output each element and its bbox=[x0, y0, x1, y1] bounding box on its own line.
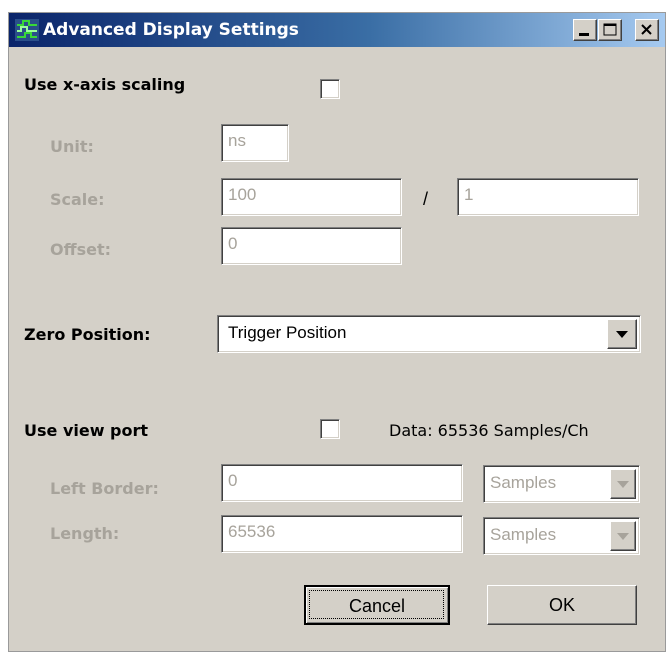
use-view-port-checkbox[interactable] bbox=[320, 419, 340, 439]
maximize-button[interactable] bbox=[598, 19, 622, 41]
minimize-button[interactable] bbox=[573, 19, 597, 41]
scale-numerator-input[interactable]: 100 bbox=[221, 178, 402, 216]
use-view-port-label: Use view port bbox=[24, 421, 149, 440]
length-unit-selected: Samples bbox=[490, 525, 557, 544]
zero-position-selected: Trigger Position bbox=[228, 323, 347, 342]
length-input[interactable]: 65536 bbox=[221, 515, 463, 553]
use-x-axis-scaling-label: Use x-axis scaling bbox=[24, 75, 186, 94]
ok-button-label: OK bbox=[548, 595, 575, 615]
left-border-unit-dropdown[interactable]: Samples bbox=[483, 465, 640, 503]
close-icon bbox=[641, 24, 652, 35]
length-unit-dropdown-button[interactable] bbox=[610, 521, 636, 551]
scale-label: Scale: bbox=[50, 190, 105, 209]
left-border-input[interactable]: 0 bbox=[221, 464, 463, 502]
advanced-display-settings-dialog: Advanced Display Settings Use x-axis sca… bbox=[8, 12, 666, 652]
zero-position-label: Zero Position: bbox=[24, 325, 151, 344]
use-x-axis-scaling-checkbox[interactable] bbox=[320, 79, 340, 99]
left-border-label: Left Border: bbox=[50, 479, 159, 498]
left-border-unit-selected: Samples bbox=[490, 473, 557, 492]
chevron-down-icon bbox=[617, 481, 629, 488]
chevron-down-icon bbox=[617, 533, 629, 540]
offset-input[interactable]: 0 bbox=[221, 227, 402, 265]
cancel-button[interactable]: Cancel bbox=[304, 585, 450, 625]
left-border-unit-dropdown-button[interactable] bbox=[610, 469, 636, 499]
scale-divisor-input[interactable]: 1 bbox=[457, 178, 639, 216]
minimize-icon bbox=[579, 33, 589, 36]
title-bar[interactable]: Advanced Display Settings bbox=[9, 13, 665, 47]
logic-analyzer-app-icon bbox=[15, 19, 39, 41]
unit-label: Unit: bbox=[50, 137, 94, 156]
length-label: Length: bbox=[50, 524, 120, 543]
zero-position-dropdown[interactable]: Trigger Position bbox=[217, 315, 641, 353]
scale-separator: / bbox=[423, 189, 429, 209]
maximize-icon bbox=[603, 23, 617, 36]
chevron-down-icon bbox=[616, 331, 628, 338]
length-unit-dropdown[interactable]: Samples bbox=[483, 517, 640, 555]
ok-button[interactable]: OK bbox=[487, 585, 637, 625]
unit-input[interactable]: ns bbox=[221, 124, 289, 162]
window-title: Advanced Display Settings bbox=[43, 20, 299, 40]
zero-position-dropdown-button[interactable] bbox=[607, 319, 637, 349]
close-button[interactable] bbox=[635, 19, 659, 41]
data-samples-info: Data: 65536 Samples/Ch bbox=[389, 421, 589, 440]
offset-label: Offset: bbox=[50, 240, 111, 259]
